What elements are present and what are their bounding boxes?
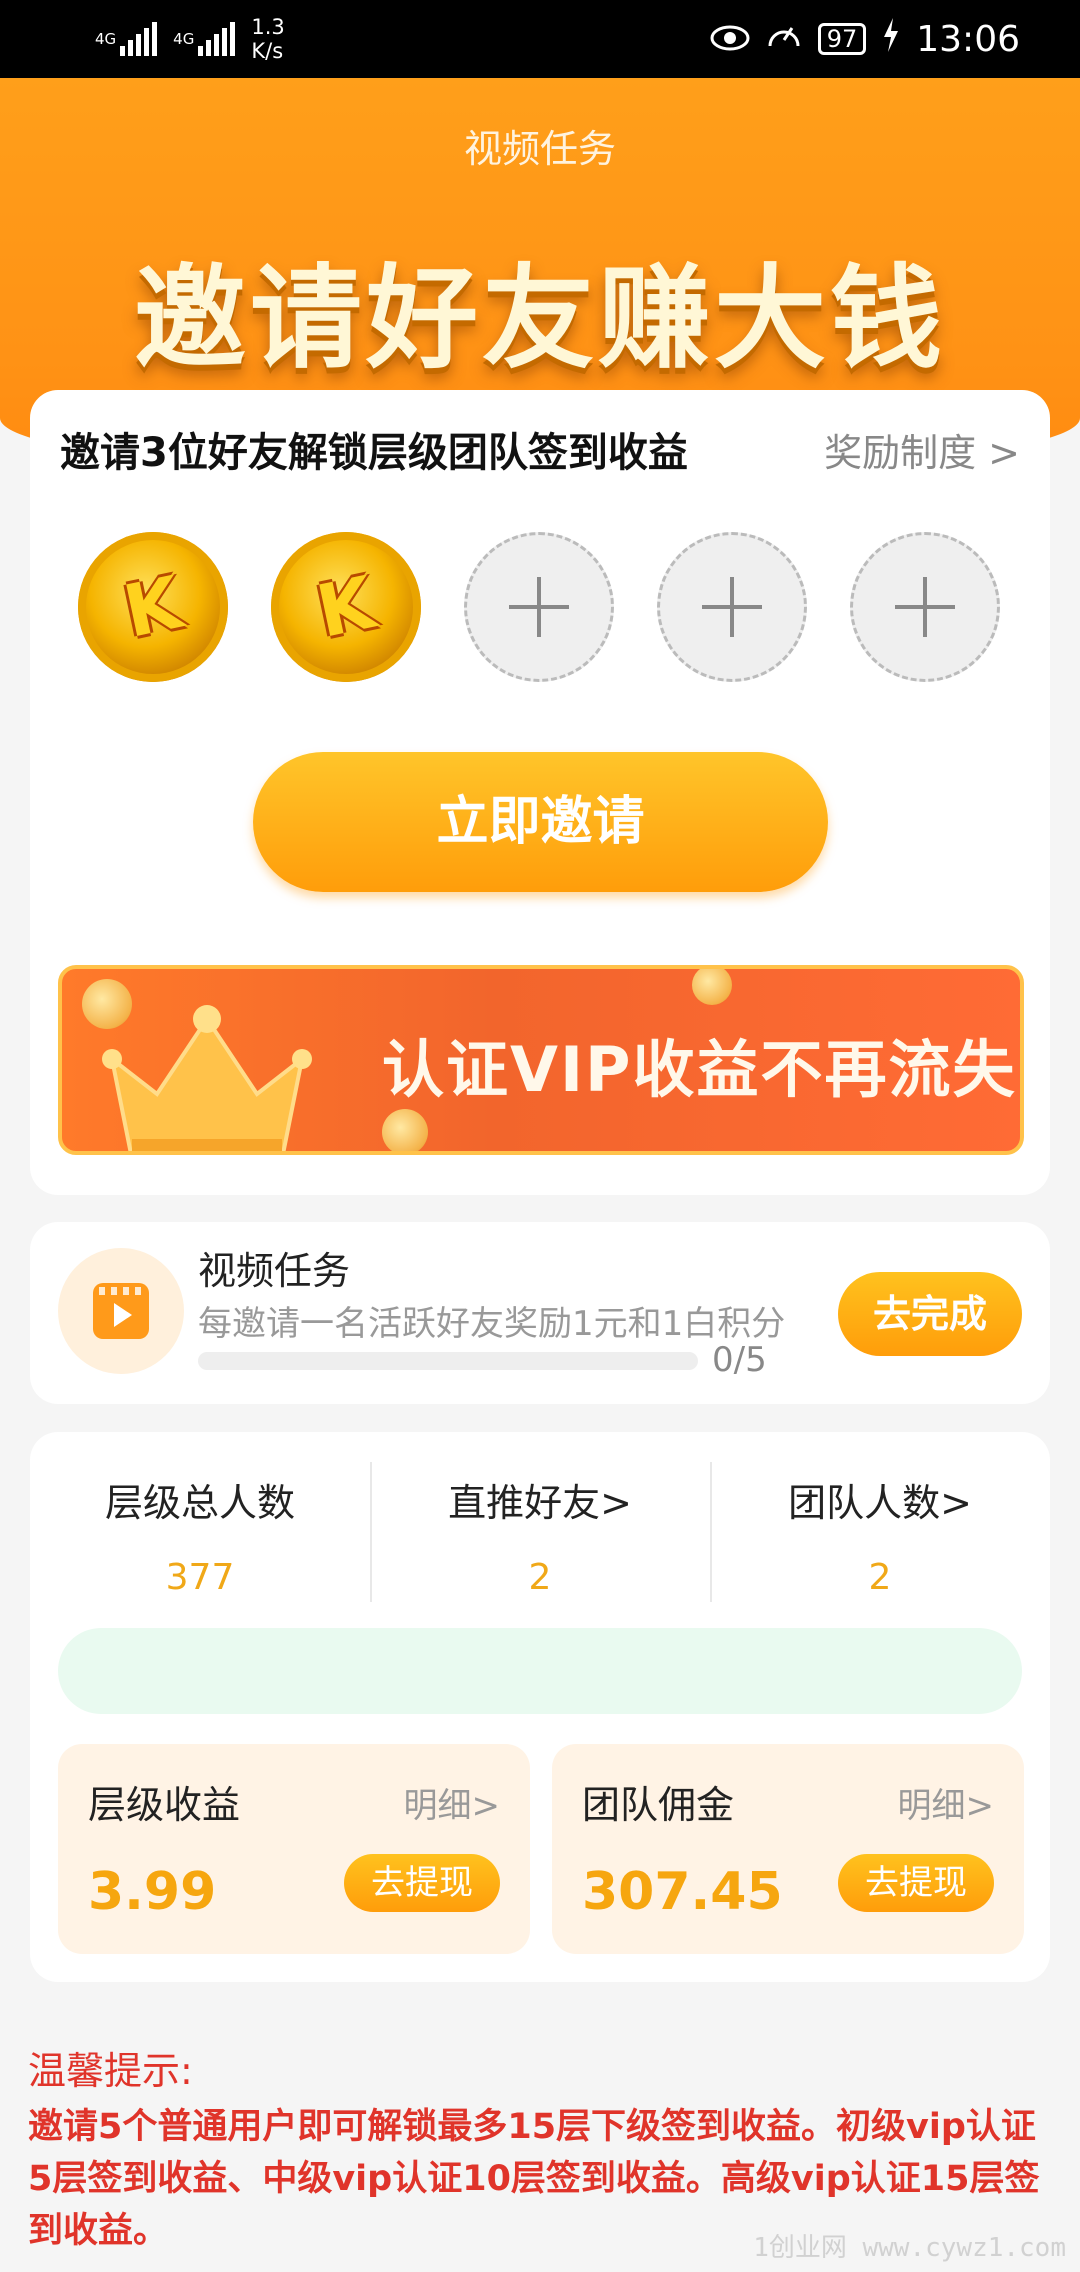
crown-icon bbox=[102, 1005, 312, 1151]
invite-title: 邀请3位好友解锁层级团队签到收益 bbox=[60, 430, 688, 476]
task-progress-count: 0/5 bbox=[712, 1340, 767, 1380]
stat-label: 层级总人数 bbox=[104, 1481, 295, 1525]
tips-title: 温馨提示: bbox=[28, 2049, 193, 2093]
watermark: 1创业网 www.cywz1.com bbox=[753, 2233, 1066, 2263]
coin-decoration bbox=[382, 1109, 428, 1151]
network-speed-unit: K/s bbox=[251, 39, 284, 63]
video-task-card: 视频任务 每邀请一名活跃好友奖励1元和1白积分 0/5 去完成 bbox=[30, 1222, 1050, 1404]
eye-icon bbox=[710, 19, 750, 60]
stat-label: 团队人数> bbox=[788, 1481, 972, 1525]
withdraw-button[interactable]: 去提现 bbox=[838, 1854, 994, 1912]
signal-1: 4G bbox=[95, 22, 158, 56]
charging-icon bbox=[882, 17, 900, 61]
coin-k-icon: K bbox=[309, 560, 383, 654]
empty-invite-slot[interactable] bbox=[850, 532, 1000, 682]
earnings-detail-link[interactable]: 明细> bbox=[898, 1778, 995, 1827]
stats-row: 层级总人数 377 直推好友> 2 团队人数> 2 bbox=[30, 1452, 1050, 1602]
network-speed: 1.3 K/s bbox=[251, 15, 284, 63]
notice-bar bbox=[58, 1628, 1022, 1714]
stat-total-members: 层级总人数 377 bbox=[30, 1452, 370, 1602]
level-earnings-box: 层级收益 明细> 3.99 去提现 bbox=[58, 1744, 530, 1954]
page-title: 视频任务 bbox=[463, 127, 616, 171]
invite-header: 邀请3位好友解锁层级团队签到收益 奖励制度 > bbox=[60, 420, 1020, 478]
plus-icon bbox=[895, 577, 955, 637]
stats-card: 层级总人数 377 直推好友> 2 团队人数> 2 层级收益 明细> 3.99 … bbox=[30, 1432, 1050, 1982]
video-clapper-icon bbox=[93, 1283, 149, 1339]
task-icon-wrap bbox=[58, 1248, 184, 1374]
stat-value: 2 bbox=[528, 1557, 552, 1598]
earnings-title: 团队佣金 bbox=[582, 1783, 735, 1827]
network-type-2: 4G bbox=[173, 29, 195, 48]
battery-level: 97 bbox=[817, 23, 867, 55]
coin-k-icon: K bbox=[116, 560, 190, 654]
plus-icon bbox=[702, 577, 762, 637]
task-progress-bar bbox=[198, 1352, 698, 1370]
earnings-value: 307.45 bbox=[582, 1862, 783, 1922]
complete-task-button[interactable]: 去完成 bbox=[838, 1272, 1022, 1356]
signal-bars-icon bbox=[120, 22, 158, 56]
team-commission-box: 团队佣金 明细> 307.45 去提现 bbox=[552, 1744, 1024, 1954]
network-speed-value: 1.3 bbox=[251, 15, 285, 39]
stat-team-members[interactable]: 团队人数> 2 bbox=[710, 1452, 1050, 1602]
signal-bars-icon bbox=[198, 22, 236, 56]
invited-friend-avatar: K bbox=[271, 532, 421, 682]
earnings-value: 3.99 bbox=[88, 1862, 217, 1922]
withdraw-button[interactable]: 去提现 bbox=[344, 1854, 500, 1912]
banner-headline: 邀请好友赚大钱 bbox=[134, 254, 946, 384]
speedometer-icon bbox=[766, 18, 802, 61]
coin-decoration bbox=[692, 969, 732, 1005]
clock-time: 13:06 bbox=[916, 18, 1020, 60]
empty-invite-slot[interactable] bbox=[464, 532, 614, 682]
empty-invite-slot[interactable] bbox=[657, 532, 807, 682]
stat-label: 直推好友> bbox=[448, 1481, 632, 1525]
earnings-detail-link[interactable]: 明细> bbox=[404, 1778, 501, 1827]
earnings-title: 层级收益 bbox=[88, 1783, 241, 1827]
tips-section: 温馨提示: 邀请5个普通用户即可解锁最多15层下级签到收益。初级vip认证5层签… bbox=[28, 2040, 1058, 2257]
signal-2: 4G bbox=[173, 22, 236, 56]
stat-direct-friends[interactable]: 直推好友> 2 bbox=[370, 1452, 710, 1602]
network-type-1: 4G bbox=[95, 29, 117, 48]
plus-icon bbox=[509, 577, 569, 637]
task-title: 视频任务 bbox=[198, 1249, 351, 1293]
status-bar: 4G 4G 1.3 K/s 97 13:06 bbox=[0, 0, 1080, 78]
vip-banner[interactable]: 认证VIP收益不再流失 bbox=[58, 965, 1024, 1155]
stat-value: 2 bbox=[868, 1557, 892, 1598]
task-description: 每邀请一名活跃好友奖励1元和1白积分 bbox=[198, 1304, 786, 1344]
invite-card: 邀请3位好友解锁层级团队签到收益 奖励制度 > K K 立即邀请 认证VIP收益… bbox=[30, 390, 1050, 1195]
invite-now-button[interactable]: 立即邀请 bbox=[253, 752, 828, 892]
reward-rules-link[interactable]: 奖励制度 > bbox=[824, 422, 1020, 477]
invited-friend-avatar: K bbox=[78, 532, 228, 682]
vip-banner-text: 认证VIP收益不再流失 bbox=[382, 1033, 1017, 1106]
invite-slots: K K bbox=[78, 532, 1000, 682]
stat-value: 377 bbox=[165, 1557, 235, 1598]
